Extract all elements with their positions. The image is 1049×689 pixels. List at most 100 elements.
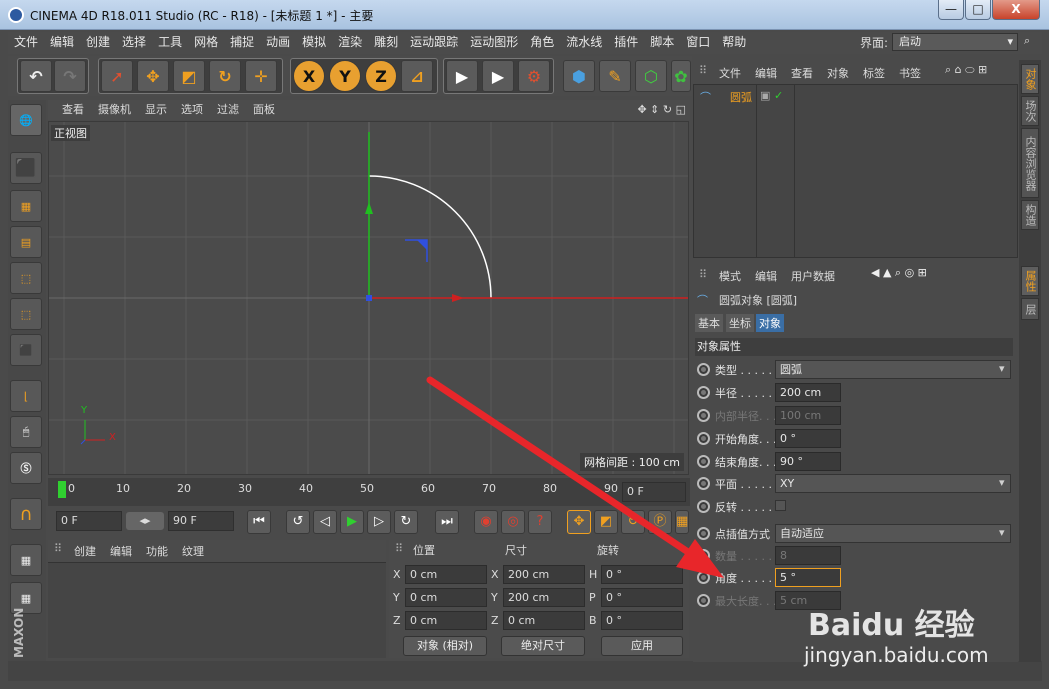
animate-dot[interactable] [697, 527, 710, 540]
select-arrow-icon[interactable]: ➚ [101, 60, 133, 92]
menu-mesh[interactable]: 网格 [188, 32, 224, 52]
texture-mode-icon[interactable]: ▦ [10, 190, 42, 222]
redo-icon[interactable]: ↷ [54, 60, 86, 92]
object-tree[interactable]: ⌒ 圆弧 ▣ ✓ [693, 84, 1018, 258]
move-icon[interactable]: ✥ [137, 60, 169, 92]
size-y-field[interactable]: 200 cm [503, 588, 585, 607]
sidetab-objects[interactable]: 对象 [1021, 64, 1039, 94]
end-angle-field[interactable]: 90 ° [775, 452, 841, 471]
menu-render[interactable]: 渲染 [332, 32, 368, 52]
z-axis-lock-icon[interactable]: Z [365, 60, 397, 92]
object-menu-bookmarks[interactable]: 书签 [899, 65, 921, 81]
menu-tools[interactable]: 工具 [152, 32, 188, 52]
object-manager-icons[interactable]: ⌕ ⌂ ⬭ ⊞ [945, 63, 987, 77]
menu-file[interactable]: 文件 [8, 32, 44, 52]
animate-dot[interactable] [697, 432, 710, 445]
viewport-menu-display[interactable]: 显示 [145, 100, 167, 120]
material-menu-edit[interactable]: 编辑 [110, 543, 132, 559]
current-frame-field[interactable]: 0 F [622, 482, 686, 502]
animate-dot[interactable] [697, 594, 710, 607]
rot-h-field[interactable]: 0 ° [601, 565, 683, 584]
axis-mode-icon[interactable]: ⌊ [10, 380, 42, 412]
start-frame-field[interactable]: 0 F [56, 511, 122, 531]
start-angle-field[interactable]: 0 ° [775, 429, 841, 448]
key-rotation-icon[interactable]: ↻ [621, 510, 645, 534]
close-button[interactable]: X [992, 0, 1040, 20]
prev-frame-icon[interactable]: ◁ [313, 510, 337, 534]
attr-menu-mode[interactable]: 模式 [719, 268, 741, 284]
go-to-end-icon[interactable]: ⏭ [435, 510, 459, 534]
go-to-start-icon[interactable]: ⏮ [247, 510, 271, 534]
auto-key-icon[interactable]: ◎ [501, 510, 525, 534]
object-menu-object[interactable]: 对象 [827, 65, 849, 81]
menu-edit[interactable]: 编辑 [44, 32, 80, 52]
y-axis-lock-icon[interactable]: Y [329, 60, 361, 92]
last-tool-icon[interactable]: ✛ [245, 60, 277, 92]
viewport-menu-filter[interactable]: 过滤 [217, 100, 239, 120]
type-select[interactable]: 圆弧 [775, 360, 1011, 379]
radius-field[interactable]: 200 cm [775, 383, 841, 402]
material-menu-function[interactable]: 功能 [146, 543, 168, 559]
make-editable-icon[interactable]: 🌐 [10, 104, 42, 136]
key-param-icon[interactable]: Ⓟ [648, 510, 672, 534]
magnet-icon[interactable]: ∩ [10, 498, 42, 530]
animate-dot[interactable] [697, 455, 710, 468]
tab-basic[interactable]: 基本 [695, 314, 723, 332]
record-key-icon[interactable]: ◉ [474, 510, 498, 534]
menu-simulate[interactable]: 模拟 [296, 32, 332, 52]
end-frame-field[interactable]: 90 F [168, 511, 234, 531]
key-scale-icon[interactable]: ◩ [594, 510, 618, 534]
scale-icon[interactable]: ◩ [173, 60, 205, 92]
attr-menu-user-data[interactable]: 用户数据 [791, 268, 835, 284]
rotate-icon[interactable]: ↻ [209, 60, 241, 92]
cube-primitive-icon[interactable]: ⬢ [563, 60, 595, 92]
timeline-playhead[interactable] [58, 481, 66, 498]
menu-snap[interactable]: 捕捉 [224, 32, 260, 52]
object-row-arc[interactable]: ⌒ 圆弧 ▣ ✓ [694, 87, 1017, 105]
animate-dot[interactable] [697, 477, 710, 490]
viewport-menu-panel[interactable]: 面板 [253, 100, 275, 120]
render-picture-viewer-icon[interactable]: ▶ [482, 60, 514, 92]
edges-mode-icon[interactable]: ⬚ [10, 298, 42, 330]
key-pla-icon[interactable]: ▦ [675, 510, 689, 534]
polygons-mode-icon[interactable]: ⬛ [10, 334, 42, 366]
sidetab-takes[interactable]: 场次 [1021, 96, 1039, 126]
menu-select[interactable]: 选择 [116, 32, 152, 52]
material-menu-texture[interactable]: 纹理 [182, 543, 204, 559]
search-icon[interactable]: ⌕ [1024, 34, 1030, 48]
animate-dot[interactable] [697, 386, 710, 399]
rot-p-field[interactable]: 0 ° [601, 588, 683, 607]
model-mode-icon[interactable]: ⬛ [10, 152, 42, 184]
object-menu-view[interactable]: 查看 [791, 65, 813, 81]
layout-select[interactable]: 启动 ▾ [892, 33, 1018, 51]
next-frame-icon[interactable]: ▷ [367, 510, 391, 534]
render-settings-icon[interactable]: ⚙ [518, 60, 550, 92]
pos-y-field[interactable]: 0 cm [405, 588, 487, 607]
menu-sculpt[interactable]: 雕刻 [368, 32, 404, 52]
frame-range-slider[interactable]: ◂▸ [126, 512, 164, 530]
size-mode-select[interactable]: 绝对尺寸 [501, 636, 585, 656]
object-menu-file[interactable]: 文件 [719, 65, 741, 81]
coordinate-mode-select[interactable]: 对象 (相对) [403, 636, 487, 656]
render-view-icon[interactable]: ▶ [446, 60, 478, 92]
workplane-mode-icon[interactable]: ▤ [10, 226, 42, 258]
viewport-menu-view[interactable]: 查看 [62, 100, 84, 120]
next-key-icon[interactable]: ↻ [394, 510, 418, 534]
undo-icon[interactable]: ↶ [20, 60, 52, 92]
attr-menu-edit[interactable]: 编辑 [755, 268, 777, 284]
viewport-nav-icons[interactable]: ✥ ⇕ ↻ ◱ [637, 100, 686, 120]
plane-select[interactable]: XY [775, 474, 1011, 493]
animate-dot[interactable] [697, 500, 710, 513]
sidetab-layers[interactable]: 层 [1021, 298, 1039, 320]
size-z-field[interactable]: 0 cm [503, 611, 585, 630]
generator-icon[interactable]: ✿ [671, 60, 691, 92]
menu-pipeline[interactable]: 流水线 [560, 32, 608, 52]
points-mode-icon[interactable]: ⬚ [10, 262, 42, 294]
material-list[interactable] [48, 562, 386, 658]
sidetab-attributes[interactable]: 属性 [1021, 266, 1039, 296]
tweak-mode-icon[interactable]: 🖱 [10, 416, 42, 448]
menu-help[interactable]: 帮助 [716, 32, 752, 52]
viewport[interactable]: 正视图 Y X 网格间距 : 100 cm [48, 121, 689, 475]
visibility-check-icon[interactable]: ✓ [774, 89, 783, 102]
menu-script[interactable]: 脚本 [644, 32, 680, 52]
